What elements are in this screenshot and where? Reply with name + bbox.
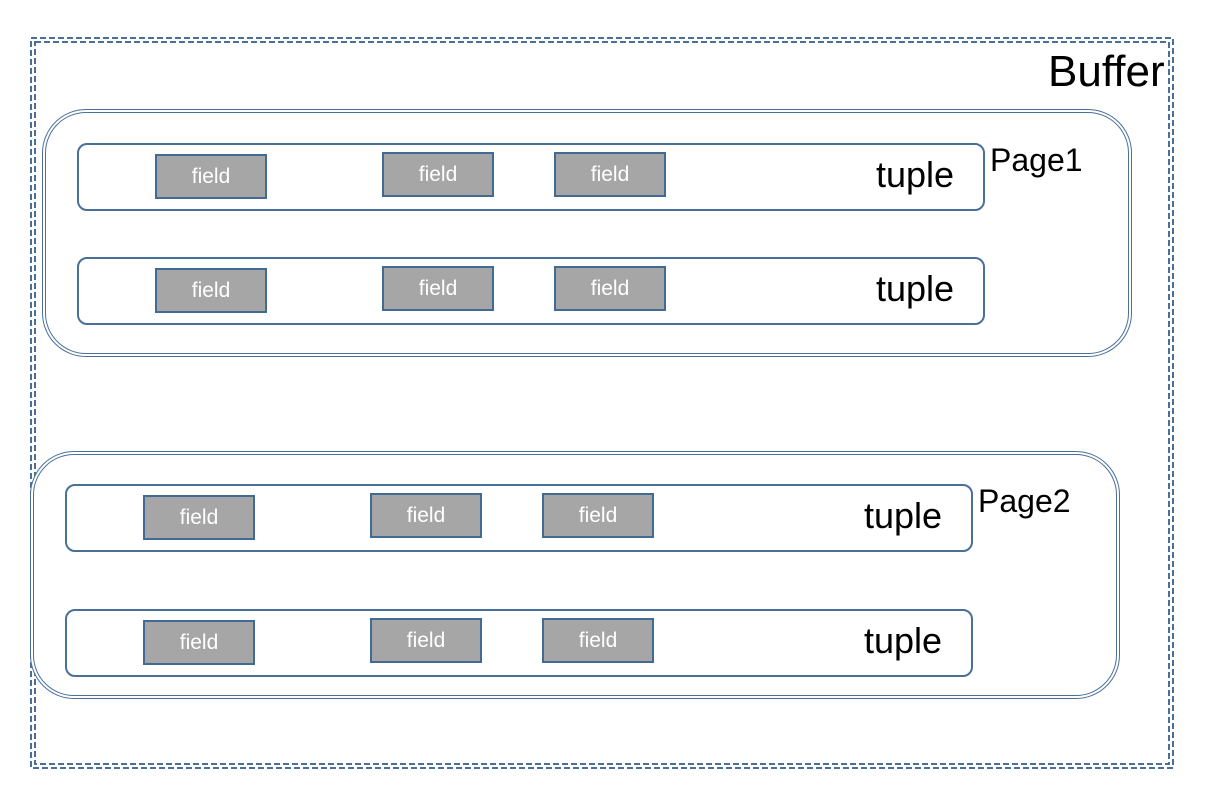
field-box: field <box>155 268 267 313</box>
field-box: field <box>370 618 482 663</box>
field-box: field <box>382 152 494 197</box>
field-box: field <box>143 495 255 540</box>
field-box: field <box>554 152 666 197</box>
field-box: field <box>382 266 494 311</box>
tuple-label: tuple <box>876 268 955 309</box>
tuple-label: tuple <box>876 154 955 195</box>
tuple-label: tuple <box>864 495 943 536</box>
buffer-label: Buffer <box>1048 47 1165 96</box>
field-box: field <box>542 618 654 663</box>
field-box: field <box>143 620 255 665</box>
page-2-label: Page2 <box>978 483 1071 519</box>
field-box: field <box>542 493 654 538</box>
page-1-label: Page1 <box>990 142 1083 178</box>
field-box: field <box>554 266 666 311</box>
field-box: field <box>370 493 482 538</box>
tuple-label: tuple <box>864 620 943 661</box>
field-box: field <box>155 154 267 199</box>
